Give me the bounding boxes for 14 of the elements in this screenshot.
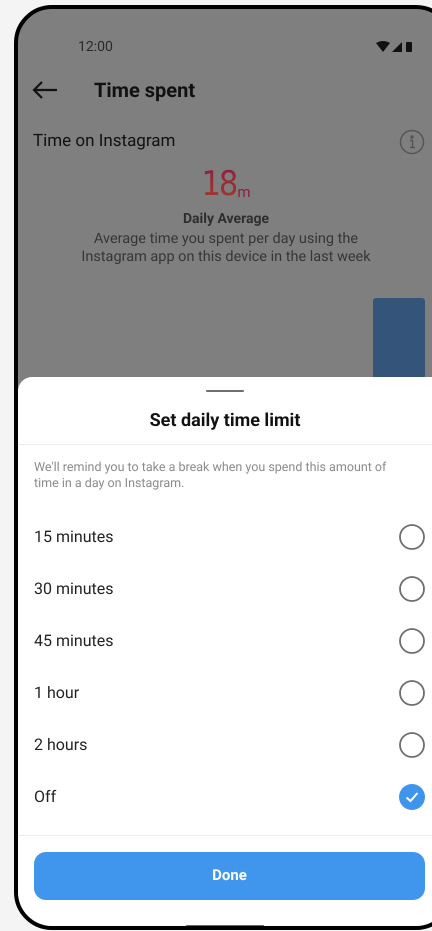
status-time: 12:00 [78,38,113,56]
sheet-title: Set daily time limit [150,408,300,432]
average-unit: m [237,185,251,200]
time-option[interactable]: 30 minutes [18,563,432,615]
time-option[interactable]: 2 hours [18,719,432,771]
section-title: Time on Instagram [33,130,176,154]
time-option[interactable]: 45 minutes [18,615,432,667]
time-option[interactable]: Off [18,771,432,823]
page-title: Time spent [94,77,196,104]
average-label: Daily Average [182,210,270,229]
average-description: Average time you spent per day using the Instagram app on this device in the last week [80,230,372,266]
sheet-description: We'll remind you to take a break when you spend this amount of time in a day on Instagram. [33,460,388,492]
time-option[interactable]: 1 hour [18,667,432,719]
time-option[interactable]: 15 minutes [18,511,432,563]
